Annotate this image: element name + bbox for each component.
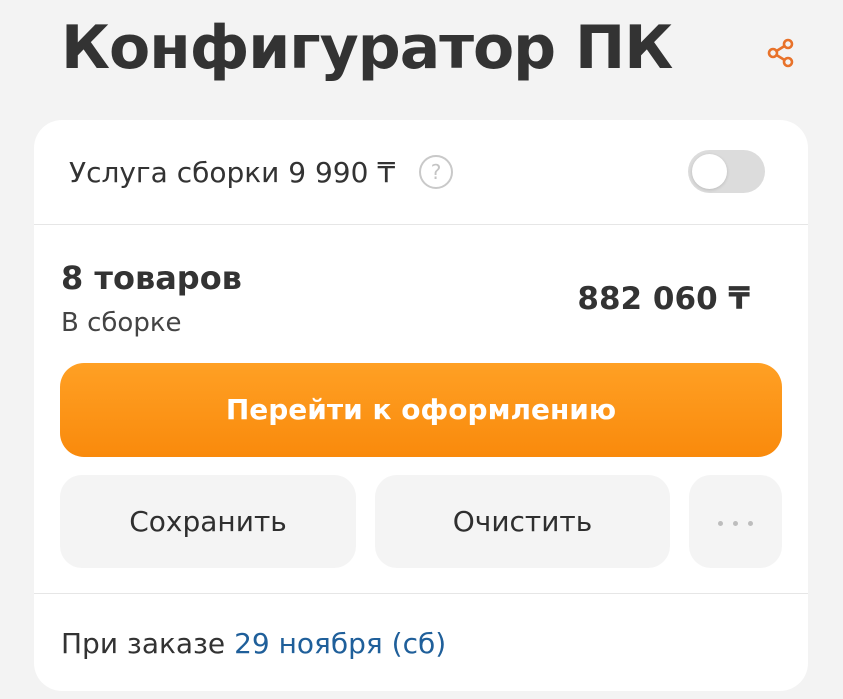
delivery-row: При заказе 29 ноября (сб) xyxy=(34,593,808,691)
more-dots-icon xyxy=(713,475,758,568)
items-subtitle: В сборке xyxy=(61,308,182,338)
configurator-card: Услуга сборки 9 990 ₸ ? 8 товаров В сбор… xyxy=(34,120,808,691)
help-icon[interactable]: ? xyxy=(419,155,453,189)
delivery-prefix: При заказе xyxy=(61,627,226,660)
delivery-text: При заказе 29 ноября (сб) xyxy=(61,624,446,664)
assembly-service-toggle[interactable] xyxy=(688,150,765,193)
clear-button[interactable]: Очистить xyxy=(375,475,670,568)
more-button[interactable] xyxy=(689,475,782,568)
assembly-service-row: Услуга сборки 9 990 ₸ ? xyxy=(34,120,808,225)
checkout-button[interactable]: Перейти к оформлению xyxy=(60,363,782,457)
share-icon xyxy=(767,38,794,68)
total-price: 882 060 ₸ xyxy=(577,281,750,317)
page-title: Конфигуратор ПК xyxy=(61,13,673,83)
items-count: 8 товаров xyxy=(61,259,242,297)
share-button[interactable] xyxy=(764,36,798,70)
delivery-date-link[interactable]: 29 ноября (сб) xyxy=(234,627,446,660)
toggle-knob xyxy=(692,154,727,189)
save-button[interactable]: Сохранить xyxy=(60,475,356,568)
assembly-service-label: Услуга сборки 9 990 ₸ xyxy=(69,156,396,189)
